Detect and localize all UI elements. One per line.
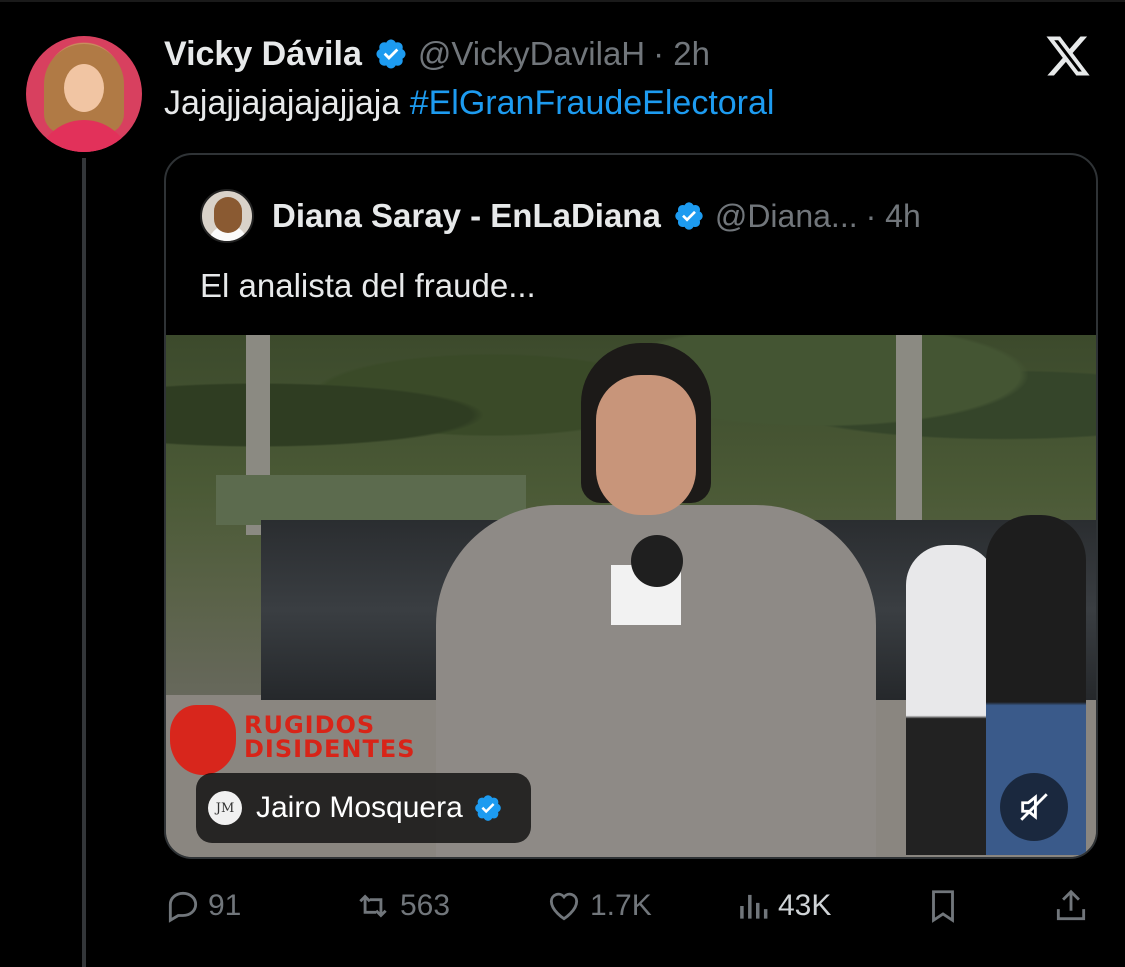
retweet-count: 563 <box>400 889 451 922</box>
tweet-time[interactable]: · 2h <box>653 35 710 73</box>
quoted-author-name[interactable]: Diana Saray - EnLaDiana <box>272 197 661 235</box>
credit-avatar: JM <box>208 791 242 825</box>
avatar-face <box>64 64 104 112</box>
mute-icon <box>1020 793 1048 821</box>
views-count: 43K <box>778 889 832 922</box>
author-name[interactable]: Vicky Dávila <box>164 35 362 74</box>
like-count: 1.7K <box>590 889 652 922</box>
retweet-button[interactable]: 563 <box>352 882 450 930</box>
hashtag-link[interactable]: #ElGranFraudeElectoral <box>410 84 775 122</box>
top-divider <box>0 0 1125 2</box>
lion-logo-icon <box>170 705 236 775</box>
video-player[interactable]: RUGIDOS DISIDENTES JM Jairo Mosquera <box>166 335 1096 857</box>
interviewee-face <box>596 375 696 515</box>
microphone <box>631 535 683 587</box>
tweet-text: Jajajjajajajajjaja #ElGranFraudeElectora… <box>164 84 774 123</box>
tweet-actions: 91 563 1.7K 43K <box>164 882 1094 930</box>
reply-icon <box>168 891 198 923</box>
bookmark-icon <box>932 890 954 923</box>
reply-count: 91 <box>208 889 242 922</box>
author-handle[interactable]: @VickyDavilaH <box>418 35 645 73</box>
credit-name[interactable]: Jairo Mosquera <box>256 791 463 825</box>
quoted-avatar-hair <box>214 197 242 233</box>
tweet-body: Jajajjajajajajjaja <box>164 84 401 122</box>
quoted-tweet-card[interactable]: Diana Saray - EnLaDiana @Diana... · 4h E… <box>164 153 1098 859</box>
views-button[interactable]: 43K <box>734 882 831 930</box>
share-icon <box>1056 889 1086 921</box>
verified-badge-icon <box>474 795 501 821</box>
reply-button[interactable]: 91 <box>164 882 241 930</box>
video-tree-trunk <box>896 335 922 525</box>
x-logo[interactable] <box>1044 32 1092 80</box>
verified-badge-icon <box>675 202 703 230</box>
bookmark-button[interactable] <box>924 882 968 930</box>
watermark-line1: RUGIDOS <box>244 711 376 739</box>
quoted-author-avatar[interactable] <box>200 189 254 243</box>
views-icon <box>740 894 768 919</box>
author-avatar[interactable] <box>26 36 142 152</box>
quoted-text: El analista del fraude... <box>200 267 536 304</box>
mute-button[interactable] <box>1000 773 1068 841</box>
thread-line <box>82 158 86 967</box>
video-bystander <box>906 545 996 855</box>
retweet-icon <box>359 894 387 918</box>
share-button[interactable] <box>1052 882 1096 930</box>
tweet-header: Vicky Dávila @VickyDavilaH · 2h <box>164 34 710 74</box>
quoted-time[interactable]: · 4h <box>866 198 921 235</box>
video-watermark: RUGIDOS DISIDENTES <box>170 705 415 775</box>
watermark-text: RUGIDOS DISIDENTES <box>244 713 416 761</box>
quoted-header: Diana Saray - EnLaDiana @Diana... · 4h <box>272 195 921 237</box>
quoted-author-handle[interactable]: @Diana... <box>715 198 858 235</box>
watermark-line2: DISIDENTES <box>244 735 416 763</box>
like-button[interactable]: 1.7K <box>544 882 652 930</box>
like-icon <box>549 892 579 921</box>
video-credit-pill[interactable]: JM Jairo Mosquera <box>196 773 531 843</box>
verified-badge-icon <box>376 39 406 69</box>
